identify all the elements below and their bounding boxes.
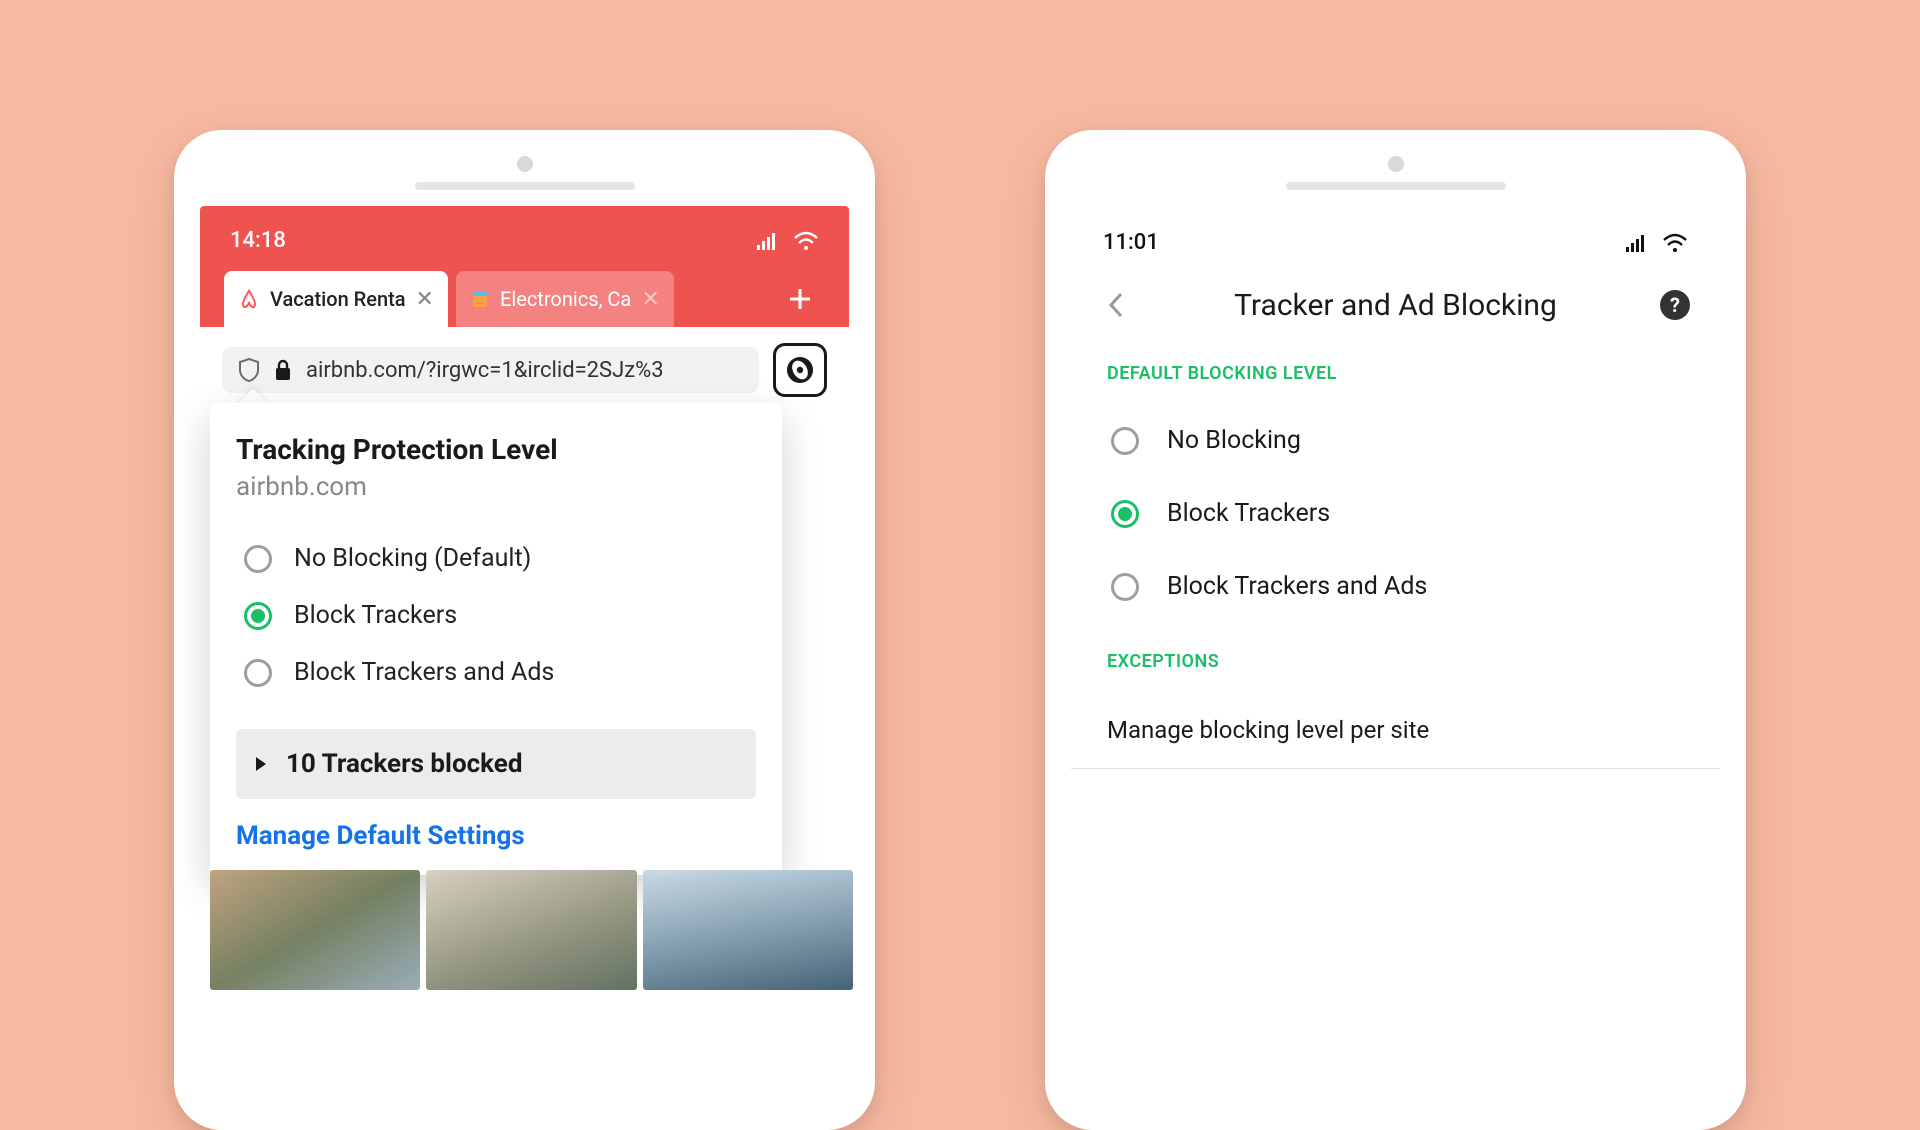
vivaldi-menu-button[interactable] [773, 343, 827, 397]
phone-speaker [415, 182, 635, 190]
popup-host: airbnb.com [236, 472, 756, 502]
status-bar: 11:01 [1071, 206, 1720, 275]
manage-default-settings-link[interactable]: Manage Default Settings [236, 821, 756, 851]
option-label: No Blocking [1167, 426, 1301, 455]
option-label: Block Trackers and Ads [294, 658, 554, 687]
close-icon[interactable]: ✕ [416, 287, 434, 312]
tracking-protection-popup: Tracking Protection Level airbnb.com No … [210, 403, 782, 875]
listing-thumbnail[interactable] [643, 870, 853, 990]
address-bar[interactable]: airbnb.com/?irgwc=1&irclid=2SJz%3 [222, 347, 759, 393]
help-button[interactable]: ? [1660, 290, 1690, 320]
option-block-trackers-ads[interactable]: Block Trackers and Ads [1071, 550, 1720, 623]
popup-title: Tracking Protection Level [236, 433, 756, 466]
section-exceptions: EXCEPTIONS [1071, 623, 1720, 692]
page-title: Tracker and Ad Blocking [1131, 288, 1660, 323]
trackers-blocked-toggle[interactable]: 10 Trackers blocked [236, 729, 756, 799]
help-icon: ? [1670, 293, 1680, 317]
triangle-right-icon [254, 756, 268, 772]
phone-speaker [1286, 182, 1506, 190]
browser-chrome: airbnb.com/?irgwc=1&irclid=2SJz%3 e per … [200, 327, 849, 397]
radio-unchecked-icon [244, 659, 272, 687]
option-label: Block Trackers and Ads [1167, 572, 1427, 601]
amazon-box-icon [470, 289, 490, 309]
phone-right-settings: 11:01 Tracker and Ad Blocking ? DEFAULT … [1045, 130, 1746, 1130]
status-bar: 14:18 [224, 226, 825, 271]
radio-unchecked-icon [1111, 427, 1139, 455]
chevron-left-icon [1107, 291, 1125, 319]
option-block-trackers-ads[interactable]: Block Trackers and Ads [236, 644, 756, 701]
radio-checked-icon [1111, 500, 1139, 528]
new-tab-button[interactable] [785, 284, 825, 314]
signal-icon [757, 232, 779, 250]
browser-header: 14:18 Vacation Renta ✕ Electronics, Ca ✕ [200, 206, 849, 327]
settings-header: Tracker and Ad Blocking ? [1071, 275, 1720, 355]
status-time: 11:01 [1103, 230, 1159, 255]
listing-thumbnail[interactable] [426, 870, 636, 990]
blocked-label: 10 Trackers blocked [286, 749, 522, 779]
address-url: airbnb.com/?irgwc=1&irclid=2SJz%3 [306, 358, 664, 383]
vivaldi-logo-icon [785, 355, 815, 385]
option-label: Block Trackers [1167, 499, 1330, 528]
phone-camera [517, 156, 533, 172]
tab-label: Electronics, Ca [500, 287, 631, 311]
wifi-icon [793, 231, 819, 251]
radio-checked-icon [244, 602, 272, 630]
status-time: 14:18 [230, 228, 286, 253]
tab-electronics[interactable]: Electronics, Ca ✕ [456, 271, 674, 327]
lock-icon [274, 359, 292, 381]
radio-unchecked-icon [1111, 573, 1139, 601]
radio-unchecked-icon [244, 545, 272, 573]
manage-per-site-link[interactable]: Manage blocking level per site [1071, 692, 1720, 769]
option-no-blocking[interactable]: No Blocking [1071, 404, 1720, 477]
option-block-trackers[interactable]: Block Trackers [236, 587, 756, 644]
page-photo-strip [210, 870, 853, 990]
wifi-icon [1662, 233, 1688, 253]
airbnb-logo-icon [238, 288, 260, 310]
option-label: Block Trackers [294, 601, 457, 630]
address-bar-row: airbnb.com/?irgwc=1&irclid=2SJz%3 [222, 343, 827, 397]
option-label: No Blocking (Default) [294, 544, 531, 573]
option-block-trackers[interactable]: Block Trackers [1071, 477, 1720, 550]
close-icon[interactable]: ✕ [641, 287, 659, 312]
back-button[interactable] [1101, 285, 1131, 325]
tab-label: Vacation Renta [270, 287, 406, 311]
section-default-blocking-level: DEFAULT BLOCKING LEVEL [1071, 355, 1720, 404]
listing-thumbnail[interactable] [210, 870, 420, 990]
option-no-blocking[interactable]: No Blocking (Default) [236, 530, 756, 587]
signal-icon [1626, 234, 1648, 252]
shield-icon[interactable] [238, 357, 260, 383]
phone-camera [1388, 156, 1404, 172]
phone-left-tracking-popup: 14:18 Vacation Renta ✕ Electronics, Ca ✕ [174, 130, 875, 1130]
tab-strip: Vacation Renta ✕ Electronics, Ca ✕ [224, 271, 825, 327]
tab-vacation-rentals[interactable]: Vacation Renta ✕ [224, 271, 448, 327]
